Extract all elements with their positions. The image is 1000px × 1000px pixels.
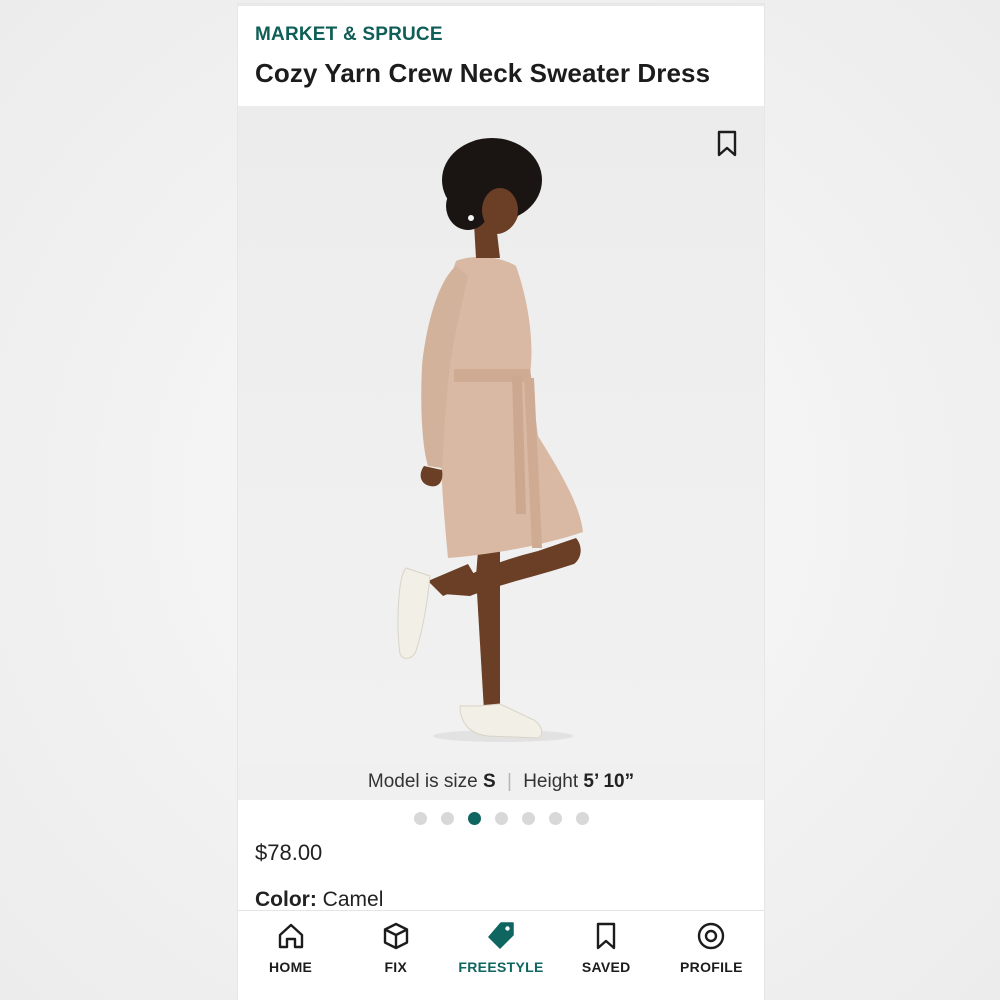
carousel-dot[interactable] [521,812,535,825]
bookmark-icon [597,922,616,950]
tab-label: PROFILE [680,959,743,975]
carousel-indicator [238,812,764,826]
tab-home[interactable]: HOME [238,911,343,1000]
product-title: Cozy Yarn Crew Neck Sweater Dress [255,58,711,88]
carousel-dot[interactable] [440,812,454,825]
caption-separator: | [506,771,512,792]
caption-prefix: Model is size [367,771,478,792]
bottom-tab-bar: HOME FIX FREESTYLE SAVED PROFILE [238,910,764,1000]
home-icon [278,923,303,949]
tab-fix[interactable]: FIX [343,911,448,1000]
profile-icon [698,922,725,950]
product-price: $78.00 [255,840,323,865]
caption-size: S [483,771,496,792]
tab-label: FIX [384,959,408,975]
app-screen: MARKET & SPRUCE Cozy Yarn Crew Neck Swea… [238,4,764,1000]
tab-label: SAVED [581,959,631,975]
product-header: MARKET & SPRUCE Cozy Yarn Crew Neck Swea… [238,6,764,106]
caption-height-label: Height [523,771,579,792]
color-value: Camel [322,888,384,911]
tab-freestyle[interactable]: FREESTYLE [448,911,553,1000]
bookmark-icon [717,130,737,157]
color-selector[interactable]: Color: Camel [255,888,383,912]
box-icon [383,922,408,950]
model-caption: Model is size S | Height 5’ 10” [238,764,764,800]
tab-label: FREESTYLE [458,959,544,975]
carousel-dot[interactable] [575,812,589,825]
save-item-button[interactable] [716,130,738,158]
carousel-dot[interactable] [494,812,508,825]
tag-icon [488,922,514,949]
model-illustration [397,138,583,742]
tab-label: HOME [269,959,313,975]
color-label: Color: [255,888,317,911]
tab-saved[interactable]: SAVED [554,911,659,1000]
carousel-dot[interactable] [413,812,427,825]
caption-height-value: 5’ 10” [583,771,635,792]
carousel-dot-active[interactable] [467,812,481,825]
product-photo[interactable] [238,106,764,764]
tab-profile[interactable]: PROFILE [659,911,764,1000]
brand-name[interactable]: MARKET & SPRUCE [255,24,747,46]
carousel-dot[interactable] [548,812,562,825]
